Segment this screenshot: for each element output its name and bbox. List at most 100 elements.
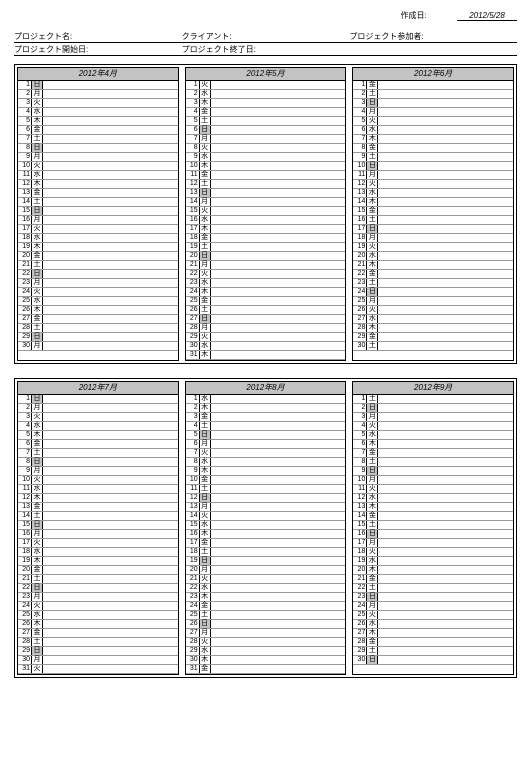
day-content[interactable] xyxy=(211,665,346,673)
day-content[interactable] xyxy=(211,530,346,538)
day-content[interactable] xyxy=(43,297,178,305)
day-content[interactable] xyxy=(211,198,346,206)
day-content[interactable] xyxy=(43,180,178,188)
day-content[interactable] xyxy=(43,333,178,341)
client-value[interactable] xyxy=(232,31,350,42)
day-content[interactable] xyxy=(378,162,513,170)
day-content[interactable] xyxy=(211,135,346,143)
day-content[interactable] xyxy=(211,611,346,619)
day-content[interactable] xyxy=(378,548,513,556)
day-content[interactable] xyxy=(43,422,178,430)
day-content[interactable] xyxy=(211,449,346,457)
day-content[interactable] xyxy=(211,108,346,116)
day-content[interactable] xyxy=(211,225,346,233)
day-content[interactable] xyxy=(211,539,346,547)
day-content[interactable] xyxy=(43,324,178,332)
day-content[interactable] xyxy=(211,297,346,305)
day-content[interactable] xyxy=(43,270,178,278)
day-content[interactable] xyxy=(43,225,178,233)
day-content[interactable] xyxy=(378,557,513,565)
day-content[interactable] xyxy=(43,306,178,314)
participants-value[interactable] xyxy=(424,31,517,42)
day-content[interactable] xyxy=(378,620,513,628)
day-content[interactable] xyxy=(211,476,346,484)
day-content[interactable] xyxy=(378,485,513,493)
day-content[interactable] xyxy=(43,243,178,251)
day-content[interactable] xyxy=(211,602,346,610)
day-content[interactable] xyxy=(211,521,346,529)
day-content[interactable] xyxy=(378,503,513,511)
day-content[interactable] xyxy=(43,413,178,421)
day-content[interactable] xyxy=(378,593,513,601)
day-content[interactable] xyxy=(378,602,513,610)
day-content[interactable] xyxy=(378,404,513,412)
day-content[interactable] xyxy=(43,342,178,350)
day-content[interactable] xyxy=(211,566,346,574)
day-content[interactable] xyxy=(43,458,178,466)
day-content[interactable] xyxy=(211,279,346,287)
day-content[interactable] xyxy=(211,395,346,403)
day-content[interactable] xyxy=(43,431,178,439)
day-content[interactable] xyxy=(378,279,513,287)
day-content[interactable] xyxy=(378,530,513,538)
day-content[interactable] xyxy=(211,234,346,242)
day-content[interactable] xyxy=(378,297,513,305)
day-content[interactable] xyxy=(211,306,346,314)
day-content[interactable] xyxy=(378,261,513,269)
day-content[interactable] xyxy=(378,288,513,296)
day-content[interactable] xyxy=(378,629,513,637)
day-content[interactable] xyxy=(43,638,178,646)
day-content[interactable] xyxy=(211,575,346,583)
day-content[interactable] xyxy=(211,126,346,134)
day-content[interactable] xyxy=(378,458,513,466)
day-content[interactable] xyxy=(378,270,513,278)
day-content[interactable] xyxy=(211,656,346,664)
day-content[interactable] xyxy=(43,234,178,242)
day-content[interactable] xyxy=(378,90,513,98)
day-content[interactable] xyxy=(211,485,346,493)
day-content[interactable] xyxy=(211,216,346,224)
day-content[interactable] xyxy=(378,144,513,152)
day-content[interactable] xyxy=(43,629,178,637)
day-content[interactable] xyxy=(378,467,513,475)
day-content[interactable] xyxy=(43,162,178,170)
day-content[interactable] xyxy=(43,611,178,619)
day-content[interactable] xyxy=(211,99,346,107)
day-content[interactable] xyxy=(43,252,178,260)
day-content[interactable] xyxy=(211,557,346,565)
day-content[interactable] xyxy=(43,494,178,502)
day-content[interactable] xyxy=(211,324,346,332)
day-content[interactable] xyxy=(378,135,513,143)
day-content[interactable] xyxy=(378,575,513,583)
day-content[interactable] xyxy=(43,144,178,152)
day-content[interactable] xyxy=(211,593,346,601)
day-content[interactable] xyxy=(378,306,513,314)
day-content[interactable] xyxy=(378,333,513,341)
day-content[interactable] xyxy=(211,144,346,152)
day-content[interactable] xyxy=(211,81,346,89)
day-content[interactable] xyxy=(378,584,513,592)
day-content[interactable] xyxy=(211,180,346,188)
day-content[interactable] xyxy=(211,458,346,466)
day-content[interactable] xyxy=(211,270,346,278)
day-content[interactable] xyxy=(43,207,178,215)
day-content[interactable] xyxy=(43,126,178,134)
day-content[interactable] xyxy=(211,189,346,197)
day-content[interactable] xyxy=(378,440,513,448)
day-content[interactable] xyxy=(211,548,346,556)
day-content[interactable] xyxy=(378,449,513,457)
day-content[interactable] xyxy=(378,512,513,520)
day-content[interactable] xyxy=(211,404,346,412)
day-content[interactable] xyxy=(43,647,178,655)
day-content[interactable] xyxy=(378,494,513,502)
day-content[interactable] xyxy=(43,153,178,161)
day-content[interactable] xyxy=(378,521,513,529)
day-content[interactable] xyxy=(43,656,178,664)
day-content[interactable] xyxy=(211,333,346,341)
start-date-value[interactable] xyxy=(88,44,181,55)
day-content[interactable] xyxy=(378,108,513,116)
day-content[interactable] xyxy=(43,171,178,179)
day-content[interactable] xyxy=(43,620,178,628)
day-content[interactable] xyxy=(211,342,346,350)
day-content[interactable] xyxy=(378,81,513,89)
